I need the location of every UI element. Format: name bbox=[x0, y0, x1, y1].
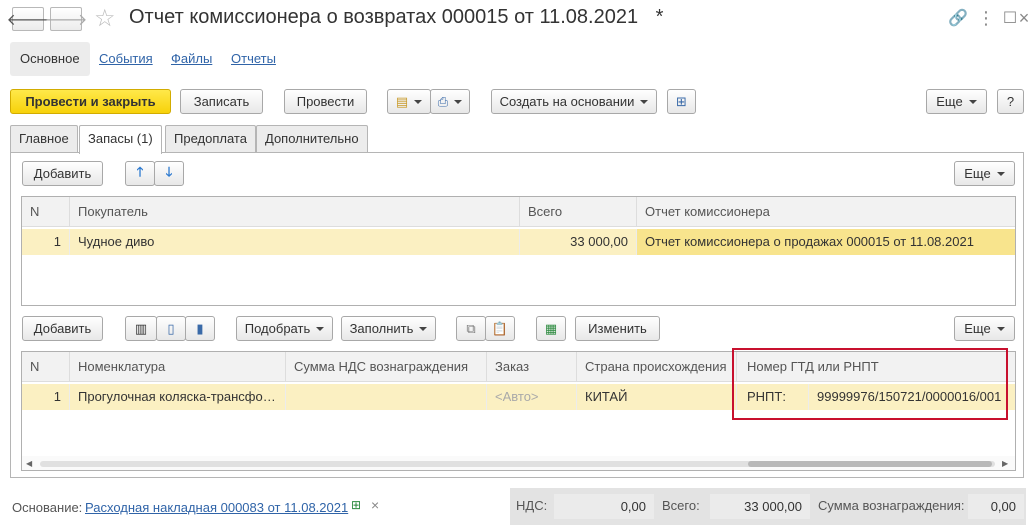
move-up-button[interactable]: 🡑 bbox=[125, 161, 155, 186]
row-total[interactable]: 33 000,00 bbox=[520, 229, 637, 255]
arrow-right-icon: 🡒 bbox=[44, 11, 88, 29]
forward-button[interactable]: 🡒 bbox=[45, 7, 87, 31]
fill-label: Заполнить bbox=[349, 321, 414, 336]
link-icon[interactable]: 🔗 bbox=[948, 8, 968, 28]
tab-stock[interactable]: Запасы (1) bbox=[79, 125, 162, 154]
tab-main[interactable]: Основное bbox=[10, 42, 90, 76]
data-collector-icon: ▮ bbox=[196, 320, 204, 336]
more-button[interactable]: Еще bbox=[926, 89, 987, 114]
table-settings-button[interactable]: ▦ bbox=[536, 316, 566, 341]
tab-additional[interactable]: Дополнительно bbox=[256, 125, 368, 153]
add-buyer-button[interactable]: Добавить bbox=[22, 161, 103, 186]
row-vat-reward[interactable] bbox=[286, 384, 487, 410]
arrow-up-icon: 🡑 bbox=[136, 163, 144, 179]
barcode-button[interactable]: ▥ bbox=[125, 316, 157, 341]
basis-link[interactable]: Расходная накладная 000083 от 11.08.2021 bbox=[85, 500, 348, 515]
hierarchy-icon: ⊞ bbox=[676, 93, 687, 109]
row-country[interactable]: КИТАЙ bbox=[577, 384, 737, 410]
row-buyer[interactable]: Чудное диво bbox=[70, 229, 520, 255]
bottom-more-label: Еще bbox=[964, 321, 991, 336]
row-item[interactable]: Прогулочная коляска-трансфо… bbox=[70, 384, 286, 410]
add-item-button[interactable]: Добавить bbox=[22, 316, 103, 341]
row-report[interactable]: Отчет комиссионера о продажах 000015 от … bbox=[637, 229, 1015, 255]
tab-events[interactable]: События bbox=[89, 42, 163, 76]
scroll-right-icon[interactable]: ▶ bbox=[1002, 459, 1008, 468]
copy-button[interactable]: ⧉ bbox=[456, 316, 486, 341]
row-n: 1 bbox=[22, 229, 70, 255]
col-n[interactable]: N bbox=[22, 352, 70, 382]
document-icon: ▤ bbox=[395, 93, 409, 109]
reward-label: Сумма вознаграждения: bbox=[818, 498, 965, 513]
row-n: 1 bbox=[22, 384, 70, 410]
top-more-label: Еще bbox=[964, 166, 991, 181]
basis-label: Основание: bbox=[12, 500, 83, 515]
col-item[interactable]: Номенклатура bbox=[70, 352, 286, 382]
printer-icon: ⎙ bbox=[437, 93, 449, 109]
row-order[interactable]: <Авто> bbox=[487, 384, 577, 410]
tab-files[interactable]: Файлы bbox=[161, 42, 222, 76]
back-button[interactable]: 🡐 bbox=[7, 7, 49, 31]
create-based-label: Создать на основании bbox=[499, 94, 635, 109]
paste-icon: 📋 bbox=[491, 320, 509, 336]
table-icon: ▦ bbox=[544, 320, 558, 336]
window-title: Отчет комиссионера о возвратах 000015 от… bbox=[129, 6, 663, 29]
top-more-button[interactable]: Еще bbox=[954, 161, 1015, 186]
horizontal-scrollbar[interactable]: ◀ ▶ bbox=[22, 456, 1015, 470]
modified-marker: * bbox=[655, 6, 664, 28]
title-text: Отчет комиссионера о возвратах 000015 от… bbox=[129, 6, 639, 28]
close-icon[interactable]: × bbox=[1014, 8, 1034, 29]
bottom-more-button[interactable]: Еще bbox=[954, 316, 1015, 341]
clear-basis-icon[interactable]: × bbox=[371, 497, 379, 513]
print-menu-button[interactable]: ⎙ bbox=[430, 89, 470, 114]
arrow-down-icon: 🡓 bbox=[165, 163, 173, 179]
menu-dots-icon[interactable]: ⋮ bbox=[976, 8, 996, 29]
scanner-icon: ▯ bbox=[167, 320, 175, 336]
open-basis-icon[interactable]: ⊞ bbox=[351, 498, 361, 512]
structure-button[interactable]: ⊞ bbox=[667, 89, 696, 114]
total-label: Всего: bbox=[662, 498, 700, 513]
gtd-callout-frame bbox=[732, 348, 1008, 420]
vat-label: НДС: bbox=[516, 498, 548, 513]
pick-label: Подобрать bbox=[244, 321, 311, 336]
reward-value: 0,00 bbox=[968, 494, 1024, 519]
col-report[interactable]: Отчет комиссионера bbox=[637, 197, 1015, 227]
vat-value: 0,00 bbox=[554, 494, 654, 519]
tab-prepayment[interactable]: Предоплата bbox=[165, 125, 256, 153]
barcode-icon: ▥ bbox=[134, 320, 148, 336]
document-menu-button[interactable]: ▤ bbox=[387, 89, 431, 114]
paste-button[interactable]: 📋 bbox=[485, 316, 515, 341]
col-n[interactable]: N bbox=[22, 197, 70, 227]
buyers-table[interactable]: N Покупатель Всего Отчет комиссионера 1 … bbox=[21, 196, 1016, 306]
create-based-on-button[interactable]: Создать на основании bbox=[491, 89, 657, 114]
scroll-left-icon[interactable]: ◀ bbox=[26, 459, 32, 468]
post-and-close-button[interactable]: Провести и закрыть bbox=[10, 89, 171, 114]
copy-icon: ⧉ bbox=[466, 320, 476, 336]
col-country[interactable]: Страна происхождения bbox=[577, 352, 737, 382]
tab-general[interactable]: Главное bbox=[10, 125, 78, 153]
col-order[interactable]: Заказ bbox=[487, 352, 577, 382]
scanner-button[interactable]: ▯ bbox=[156, 316, 186, 341]
help-button[interactable]: ? bbox=[997, 89, 1024, 114]
more-label: Еще bbox=[936, 94, 963, 109]
change-button[interactable]: Изменить bbox=[575, 316, 660, 341]
col-vat-reward[interactable]: Сумма НДС вознаграждения bbox=[286, 352, 487, 382]
total-value: 33 000,00 bbox=[710, 494, 810, 519]
scroll-thumb[interactable] bbox=[748, 461, 992, 467]
arrow-left-icon: 🡐 bbox=[6, 11, 50, 29]
move-down-button[interactable]: 🡓 bbox=[154, 161, 184, 186]
fill-button[interactable]: Заполнить bbox=[341, 316, 436, 341]
pick-button[interactable]: Подобрать bbox=[236, 316, 333, 341]
tab-reports[interactable]: Отчеты bbox=[221, 42, 286, 76]
save-button[interactable]: Записать bbox=[180, 89, 263, 114]
col-total[interactable]: Всего bbox=[520, 197, 637, 227]
favorite-star-icon[interactable]: ☆ bbox=[94, 4, 116, 33]
post-button[interactable]: Провести bbox=[284, 89, 367, 114]
col-buyer[interactable]: Покупатель bbox=[70, 197, 520, 227]
data-collector-button[interactable]: ▮ bbox=[185, 316, 215, 341]
